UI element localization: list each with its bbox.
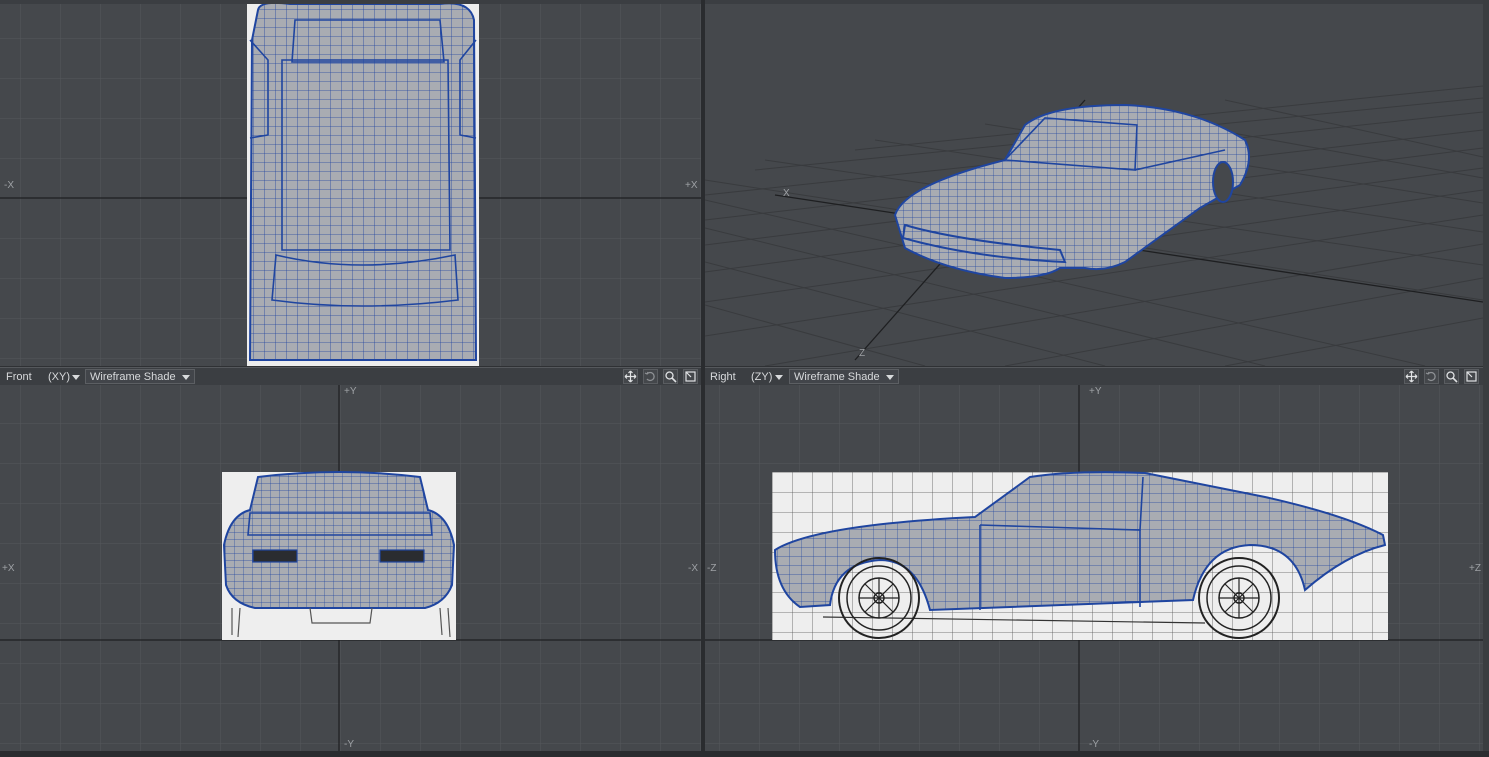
- view-name-label[interactable]: Front: [6, 371, 32, 383]
- rotate-icon[interactable]: [643, 369, 658, 384]
- axis-label-right: +X: [685, 180, 698, 191]
- axis-label-left: +X: [2, 563, 15, 574]
- axis-label-x: X: [783, 188, 790, 199]
- top-viewport-canvas[interactable]: -X +X: [0, 0, 701, 366]
- axis-label-bottom: -Y: [344, 739, 354, 750]
- right-viewport[interactable]: +Y -Y -Z +Z: [705, 385, 1483, 751]
- chevron-down-icon[interactable]: [775, 375, 783, 380]
- zoom-icon[interactable]: [1444, 369, 1459, 384]
- perspective-viewport[interactable]: X Z: [705, 0, 1483, 366]
- rotate-icon[interactable]: [1424, 369, 1439, 384]
- car-perspective-mesh: [893, 103, 1250, 280]
- axis-label-z: Z: [859, 348, 865, 359]
- front-viewport[interactable]: +Y -Y +X -X: [0, 385, 701, 751]
- front-viewport-canvas[interactable]: +Y -Y +X -X: [0, 385, 701, 751]
- right-edge-strip: [1483, 0, 1489, 757]
- perspective-viewport-header: [705, 0, 1483, 4]
- right-viewport-header: Right (ZY) Wireframe Shade: [705, 367, 1483, 387]
- top-viewport[interactable]: -X +X: [0, 0, 701, 366]
- axis-label-bottom: -Y: [1089, 739, 1099, 750]
- front-viewport-header: Front (XY) Wireframe Shade: [0, 367, 701, 387]
- view-axes-label[interactable]: (ZY): [751, 371, 772, 383]
- move-icon[interactable]: [1404, 369, 1419, 384]
- shading-mode-dropdown[interactable]: Wireframe Shade: [85, 369, 195, 384]
- axis-label-right: -X: [688, 563, 698, 574]
- shading-mode-label: Wireframe Shade: [90, 371, 176, 383]
- axis-label-right: +Z: [1469, 563, 1481, 574]
- car-top-mesh: [248, 1, 478, 361]
- view-name-label[interactable]: Right: [710, 371, 736, 383]
- axis-label-top: +Y: [1089, 386, 1102, 397]
- bottom-edge-strip: [0, 751, 1489, 757]
- viewport-divider[interactable]: [701, 0, 705, 757]
- shading-mode-label: Wireframe Shade: [794, 371, 880, 383]
- right-viewport-canvas[interactable]: +Y -Y -Z +Z: [705, 385, 1483, 751]
- top-viewport-header: [0, 0, 701, 4]
- shading-mode-dropdown[interactable]: Wireframe Shade: [789, 369, 899, 384]
- axis-label-left: -Z: [707, 563, 716, 574]
- maximize-icon[interactable]: [1464, 369, 1479, 384]
- perspective-canvas[interactable]: X Z: [705, 0, 1483, 366]
- zoom-icon[interactable]: [663, 369, 678, 384]
- axis-label-top: +Y: [344, 386, 357, 397]
- move-icon[interactable]: [623, 369, 638, 384]
- chevron-down-icon[interactable]: [72, 375, 80, 380]
- maximize-icon[interactable]: [683, 369, 698, 384]
- view-axes-label[interactable]: (XY): [48, 371, 70, 383]
- axis-label-left: -X: [4, 180, 14, 191]
